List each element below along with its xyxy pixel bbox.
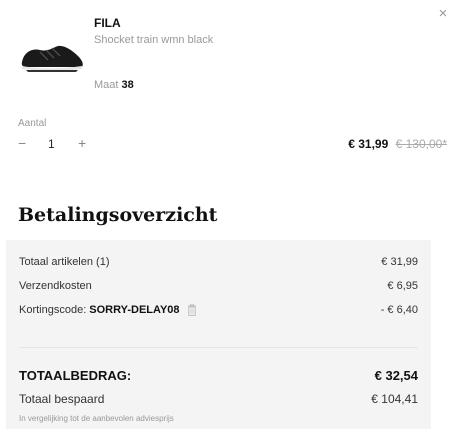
size-value: 38 [121, 79, 134, 91]
minus-icon[interactable]: − [18, 136, 26, 150]
size-row: Maat 38 [94, 79, 134, 91]
summary-value: € 31,99 [381, 256, 418, 268]
size-label: Maat [94, 79, 119, 91]
total-value: € 32,54 [374, 368, 418, 383]
section-title: Betalingsoverzicht [18, 204, 218, 226]
discount-label-group: Kortingscode: SORRY-DELAY08 [19, 304, 197, 316]
discount-code: SORRY-DELAY08 [89, 304, 180, 316]
close-icon[interactable]: × [436, 6, 450, 21]
cart-item: FILA Shocket train wmn black Maat 38 × A… [0, 0, 475, 170]
total-label: TOTAALBEDRAG: [19, 368, 132, 383]
summary-value: € 6,95 [387, 280, 418, 292]
savings-note: In vergelijking tot de aanbevolen advies… [19, 414, 174, 423]
price-row: € 31,99 € 130,00* [348, 137, 447, 151]
total-row: TOTAALBEDRAG: € 32,54 [19, 368, 418, 383]
plus-icon[interactable]: + [78, 136, 86, 150]
summary-row-discount: Kortingscode: SORRY-DELAY08 - € 6,40 [19, 304, 418, 316]
trash-icon[interactable] [187, 304, 197, 316]
discount-value: - € 6,40 [380, 304, 418, 317]
saved-label: Totaal bespaard [19, 392, 105, 406]
discount-label: Kortingscode: [19, 304, 87, 316]
product-name: Shocket train wmn black [94, 34, 214, 46]
payment-summary: Totaal artikelen (1) € 31,99 Verzendkost… [6, 240, 431, 429]
quantity-label: Aantal [18, 118, 47, 129]
summary-row-items: Totaal artikelen (1) € 31,99 [19, 256, 418, 268]
product-image [21, 45, 83, 72]
product-brand: FILA [94, 16, 121, 30]
summary-divider [19, 347, 418, 348]
quantity-value[interactable]: 1 [48, 137, 55, 151]
price-current: € 31,99 [348, 137, 389, 151]
saved-row: Totaal bespaard € 104,41 [19, 392, 418, 406]
price-original: € 130,00* [395, 137, 447, 151]
summary-row-shipping: Verzendkosten € 6,95 [19, 280, 418, 292]
summary-label: Totaal artikelen (1) [19, 256, 110, 268]
saved-value: € 104,41 [371, 392, 418, 406]
summary-label: Verzendkosten [19, 280, 92, 292]
